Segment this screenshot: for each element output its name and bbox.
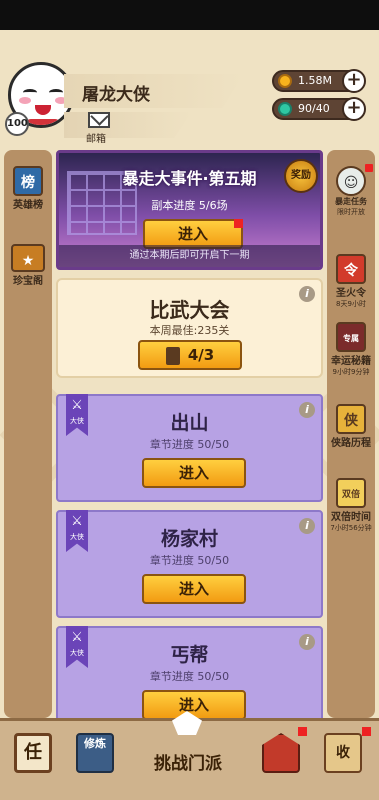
sidebar-item-hero-ranking[interactable]: 榜 英雄榜 [4,166,52,211]
arena-title: 比武大会 [149,298,230,322]
stage-title: 出山 [170,412,209,434]
stage-progress: 章节进度 50/50 [149,438,230,451]
ticket-count: 4/3 [187,346,215,364]
stage-title: 丐帮 [170,644,209,666]
treasure-chest-icon: ★ [11,244,45,272]
add-gem-button[interactable]: + [342,97,366,121]
stage-progress: 章节进度 50/50 [149,670,230,683]
sidebar-item-secret-book[interactable]: 专属 幸运秘籍 9小时9分钟 [327,322,375,377]
notification-dot [298,727,307,736]
sidebar-item-label: 圣火令 [336,288,366,299]
reward-button[interactable]: 奖励 [284,159,318,193]
sidebar-item-label: 英雄榜 [13,200,43,211]
left-sidebar [4,150,52,718]
fire-token-icon: 令 [336,254,366,284]
stage-enter-button[interactable]: 进入 [142,458,246,488]
gem-counter: 90/40 + [272,97,366,121]
mail-bar [64,112,192,138]
ticket-icon [165,346,180,365]
add-coin-button[interactable]: + [342,69,366,93]
sidebar-item-hero-path[interactable]: 侠 侠路历程 [327,404,375,449]
avatar-collar [25,119,61,125]
mail-label[interactable]: 邮箱 [86,130,106,145]
stage-progress: 章节进度 50/50 [149,554,230,567]
notification-dot [234,219,243,228]
avatar-mouth [35,105,51,115]
sidebar-item-fire-token[interactable]: 令 圣火令 8天9小时 [327,254,375,309]
training-book-icon: 修炼 [76,733,114,773]
nav-sect-button[interactable] [252,727,310,795]
status-bar [0,0,379,30]
avatar-cheek [19,97,31,104]
task-scroll-icon: 任 [14,733,52,773]
sidebar-item-treasure[interactable]: ★ 珍宝阁 [4,244,52,287]
sidebar-item-label: 双倍时间 [331,512,371,523]
sect-hall-icon [262,733,300,773]
stage-card[interactable]: ⚔ 大侠 i 出山 章节进度 50/50 进入 [56,394,323,502]
sidebar-item-label: 侠路历程 [331,438,371,449]
nav-challenge-button[interactable]: 挑战门派 [132,711,244,795]
coin-value: 1.58M [298,74,332,87]
sidebar-item-sub: 限时开放 [337,208,365,216]
arena-tickets-button[interactable]: 4/3 [138,340,242,370]
enter-label: 进入 [177,225,208,243]
sidebar-item-double-time[interactable]: 双倍 双倍时间 7小时56分钟 [327,478,375,533]
gem-value: 90/40 [298,102,330,115]
notification-dot [365,164,373,172]
player-level-badge: 100 [5,112,29,136]
stage-enter-button[interactable]: 进入 [142,574,246,604]
sidebar-item-sub: 8天9小时 [336,300,366,308]
collect-shop-icon: 收 [324,733,362,773]
nav-collect-button[interactable]: 收 [316,727,374,795]
sidebar-item-sub: 7小时56分钟 [330,524,372,532]
hero-path-icon: 侠 [336,404,366,434]
stage-card[interactable]: ⚔ 大侠 i 杨家村 章节进度 50/50 进入 [56,510,323,618]
sidebar-item-label: 暴走任务 [335,197,367,206]
sidebar-item-label: 幸运秘籍 [331,356,371,367]
challenge-label: 挑战门派 [154,754,222,774]
arena-card[interactable]: i 比武大会 本周最佳:235关 4/3 [56,278,323,378]
sidebar-item-crazy-task[interactable]: ☺ 暴走任务 限时开放 [327,164,375,217]
gem-icon [278,102,292,116]
player-name: 屠龙大侠 [82,85,150,105]
event-progress: 副本进度 5/6场 [151,199,228,212]
event-title: 暴走大事件·第五期 [122,169,257,188]
event-notice: 通过本期后即可开启下一期 [59,245,320,267]
crazy-task-icon: ☺ [336,166,366,196]
coin-counter: 1.58M + [272,69,366,93]
mail-icon[interactable] [88,112,110,128]
sidebar-item-label: 珍宝阁 [13,276,43,287]
avatar-eye [49,89,63,96]
coin-icon [278,74,292,88]
secret-book-icon: 专属 [336,322,366,352]
bottom-nav: 任 修炼 挑战门派 收 [0,711,379,800]
arena-best: 本周最佳:235关 [149,324,230,337]
notification-dot [362,727,371,736]
nav-task-button[interactable]: 任 [6,727,64,795]
event-banner: 暴走大事件·第五期 副本进度 5/6场 奖励 进入 通过本期后即可开启下一期 [56,150,323,270]
stage-title: 杨家村 [160,528,218,550]
avatar-eye [23,89,37,96]
sidebar-item-sub: 9小时9分钟 [332,368,370,376]
ranking-scroll-icon: 榜 [13,166,43,196]
nav-train-button[interactable]: 修炼 [68,727,126,795]
double-time-icon: 双倍 [336,478,366,508]
